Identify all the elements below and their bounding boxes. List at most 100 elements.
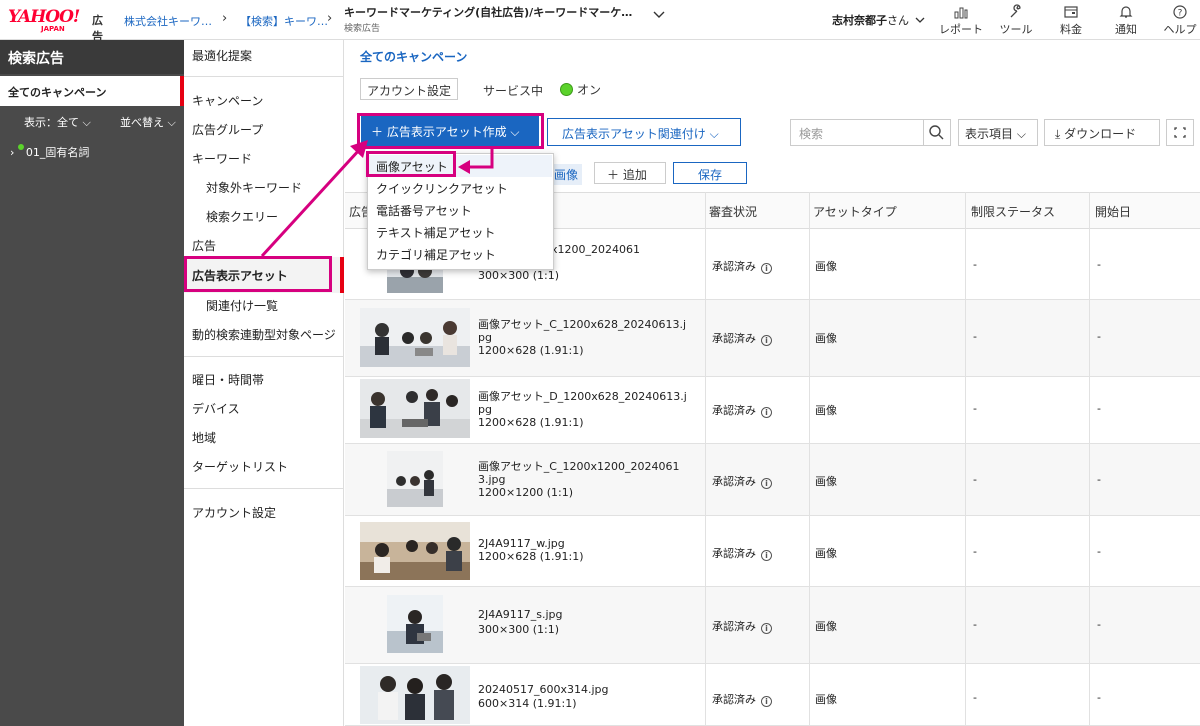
asset-size: 600×314 (1.91:1): [478, 697, 577, 710]
tool-icon: [1010, 4, 1021, 18]
campaign-sidebar: 検索広告 全てのキャンペーン 表示：全て ⌵ 並べ替え ⌵ › 01_固有名詞: [0, 40, 184, 726]
menu-item-phone-asset[interactable]: 電話番号アセット: [376, 202, 472, 219]
nav-account-settings[interactable]: アカウント設定: [192, 504, 276, 521]
table-row[interactable]: 画像アセット_C_1200x1200_2024061 3.jpg 1200×12…: [345, 444, 1200, 516]
fullscreen-button[interactable]: [1166, 119, 1194, 146]
table-row[interactable]: 画像アセット_C_1200x628_20240613.j pg 1200×628…: [345, 300, 1200, 377]
bell-icon: [1119, 6, 1133, 18]
billing-button[interactable]: 料金: [1046, 2, 1096, 38]
nav-schedule[interactable]: 曜日・時間帯: [192, 371, 264, 388]
nav-association-list[interactable]: 関連付け一覧: [206, 297, 278, 314]
limit-status: -: [973, 618, 977, 631]
table-row[interactable]: 2J4A9117_s.jpg 300×300 (1:1) 承認済み i 画像 - …: [345, 587, 1200, 664]
notification-button[interactable]: 通知: [1101, 2, 1151, 38]
chevron-right-icon: ›: [222, 11, 228, 26]
download-button[interactable]: ⤓ ダウンロード: [1044, 119, 1160, 146]
asset-filename[interactable]: 2J4A9117_w.jpg: [478, 537, 565, 550]
col-limit-status[interactable]: 制限ステータス: [971, 203, 1055, 220]
help-button[interactable]: ? ヘルプ: [1155, 2, 1200, 38]
chevron-down-icon[interactable]: [652, 8, 666, 22]
top-header: YAHOO! JAPAN 広告 株式会社キーワ… › 【検索】キーワ… › キー…: [0, 0, 1200, 43]
display-filter-dropdown[interactable]: 表示：全て ⌵: [24, 114, 91, 130]
divider: [184, 76, 344, 77]
asset-type: 画像: [815, 260, 837, 273]
asset-size: 1200×1200 (1:1): [478, 486, 573, 499]
help-icon: ?: [1173, 5, 1187, 19]
start-date: -: [1097, 618, 1101, 631]
start-date: -: [1097, 473, 1101, 486]
table-row[interactable]: 2J4A9117_w.jpg 1200×628 (1.91:1) 承認済み i 画…: [345, 516, 1200, 587]
columns-button[interactable]: 表示項目 ⌵: [958, 119, 1038, 146]
info-icon: i: [761, 550, 772, 561]
asset-size: 1200×628 (1.91:1): [478, 344, 584, 357]
chevron-down-icon[interactable]: [914, 14, 926, 26]
chevron-right-icon[interactable]: ›: [10, 146, 14, 159]
asset-thumbnail: [360, 379, 470, 438]
limit-status: -: [973, 258, 977, 271]
divider: [184, 356, 344, 357]
tool-button[interactable]: ツール: [991, 2, 1041, 38]
report-button[interactable]: レポート: [936, 2, 986, 38]
column-divider: [705, 192, 706, 726]
svg-text:?: ?: [1178, 9, 1183, 19]
page-title: 全てのキャンペーン: [360, 50, 468, 64]
associate-asset-button[interactable]: 広告表示アセット関連付け ⌵: [547, 118, 741, 146]
nav-ads[interactable]: 広告: [192, 237, 216, 254]
menu-item-quicklink-asset[interactable]: クイックリンクアセット: [376, 180, 508, 197]
nav-dynamic-pages[interactable]: 動的検索連動型対象ページ: [192, 326, 336, 343]
breadcrumb-account[interactable]: 【検索】キーワ…: [240, 13, 328, 29]
sidebar-item-all-campaigns[interactable]: 全てのキャンペーン: [0, 76, 184, 106]
menu-item-category-asset[interactable]: カテゴリ補足アセット: [376, 246, 496, 263]
nav-keyword[interactable]: キーワード: [192, 150, 252, 167]
billing-icon: [1064, 6, 1078, 18]
review-status: 承認済み i: [712, 258, 772, 274]
save-button[interactable]: 保存: [673, 162, 747, 184]
search-input[interactable]: 検索: [790, 119, 924, 146]
menu-item-text-asset[interactable]: テキスト補足アセット: [376, 224, 495, 241]
add-button[interactable]: ＋ 追加: [594, 162, 666, 184]
limit-status: -: [973, 473, 977, 486]
nav-target-list[interactable]: ターゲットリスト: [192, 458, 288, 475]
info-icon: i: [761, 478, 772, 489]
asset-filename[interactable]: 2J4A9117_s.jpg: [478, 608, 563, 621]
status-dot-icon: [17, 144, 24, 150]
asset-type: 画像: [815, 475, 837, 488]
yahoo-ads-logo[interactable]: YAHOO! JAPAN 広告: [8, 7, 112, 43]
asset-filename[interactable]: 画像アセット_C_1200x628_20240613.j pg: [478, 318, 686, 344]
asset-filename[interactable]: 画像アセット_C_1200x1200_2024061 3.jpg: [478, 460, 679, 486]
nav-device[interactable]: デバイス: [192, 400, 240, 417]
download-icon: ⤓: [1055, 127, 1061, 141]
table-row[interactable]: 20240517_600x314.jpg 600×314 (1.91:1) 承認…: [345, 664, 1200, 726]
user-menu[interactable]: 志村奈都子さん: [832, 12, 909, 28]
start-date: -: [1097, 402, 1101, 415]
account-name[interactable]: キーワードマーケティング(自社広告)/キーワードマーケ…: [344, 4, 632, 20]
info-icon: i: [761, 335, 772, 346]
asset-filename[interactable]: 20240517_600x314.jpg: [478, 683, 609, 696]
review-status: 承認済み i: [712, 402, 772, 418]
nav-optimize[interactable]: 最適化提案: [192, 47, 252, 64]
nav-adgroup[interactable]: 広告グループ: [192, 121, 263, 138]
sort-dropdown[interactable]: 並べ替え ⌵: [120, 114, 176, 130]
review-status: 承認済み i: [712, 473, 772, 489]
breadcrumb-company[interactable]: 株式会社キーワ…: [124, 13, 212, 29]
asset-filename[interactable]: 画像アセット_D_1200x628_20240613.j pg: [478, 390, 687, 416]
filter-chip-image[interactable]: 画像: [550, 164, 583, 185]
table-row[interactable]: 画像アセット_D_1200x628_20240613.j pg 1200×628…: [345, 377, 1200, 444]
account-settings-button[interactable]: アカウント設定: [360, 78, 459, 100]
col-review-status[interactable]: 審査状況: [709, 203, 757, 220]
service-toggle[interactable]: オン: [560, 81, 601, 98]
nav-campaign[interactable]: キャンペーン: [192, 92, 263, 109]
search-button[interactable]: [924, 119, 951, 146]
col-asset-type[interactable]: アセットタイプ: [813, 203, 897, 220]
sidebar-item-campaign[interactable]: › 01_固有名詞: [10, 144, 89, 160]
limit-status: -: [973, 402, 977, 415]
asset-type: 画像: [815, 332, 837, 345]
start-date: -: [1097, 330, 1101, 343]
info-icon: i: [761, 263, 772, 274]
nav-region[interactable]: 地域: [192, 429, 216, 446]
limit-status: -: [973, 691, 977, 704]
nav-negative-keyword[interactable]: 対象外キーワード: [206, 179, 302, 196]
review-status: 承認済み i: [712, 691, 772, 707]
col-start-date[interactable]: 開始日: [1095, 203, 1131, 220]
nav-search-query[interactable]: 検索クエリー: [206, 208, 278, 225]
